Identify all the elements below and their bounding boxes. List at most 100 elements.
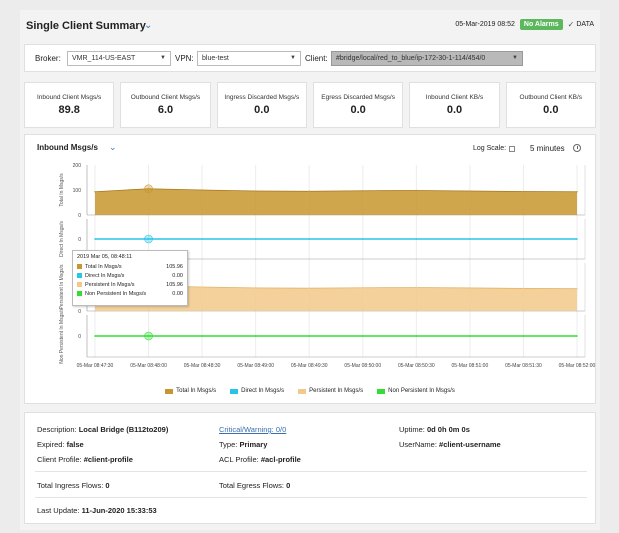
last-update-field: Last Update: 11-Jun-2020 15:33:53 xyxy=(37,506,157,515)
data-point xyxy=(201,335,203,337)
legend-item[interactable]: Non Persistent In Msgs/s xyxy=(377,388,455,394)
tooltip-row-name: Non Persistent In Msgs/s xyxy=(85,290,147,297)
kpi-value: 0.0 xyxy=(254,104,270,116)
kpi-label: Ingress Discarded Msgs/s xyxy=(224,94,300,101)
legend-swatch xyxy=(298,388,307,394)
header-status: 05-Mar-2019 08:52 No Alarms ✓ DATA xyxy=(455,19,594,30)
data-point xyxy=(415,286,418,289)
tooltip-row: Persistent In Msgs/s 105.96 xyxy=(77,280,183,289)
data-point xyxy=(254,190,257,192)
kpi-label: Inbound Client KB/s xyxy=(425,94,484,101)
kpi-label: Inbound Client Msgs/s xyxy=(37,94,102,101)
data-point xyxy=(201,286,203,288)
vpn-label: VPN: xyxy=(175,54,194,63)
kpi-inbound-client-msgs[interactable]: Inbound Client Msgs/s 89.8 xyxy=(24,82,115,128)
y-axis-label: Non Persistent In Msgs/s xyxy=(59,308,65,364)
acl-profile-field: ACL Profile: #acl-profile xyxy=(219,455,301,464)
kpi-value: 0.0 xyxy=(543,104,559,116)
data-point xyxy=(469,335,471,337)
data-point xyxy=(576,287,578,290)
egress-flows-value: 0 xyxy=(286,481,291,490)
client-profile-value: #client-profile xyxy=(83,455,133,464)
y-tick-label: 200 xyxy=(73,163,82,169)
header-timestamp: 05-Mar-2019 08:52 xyxy=(455,21,515,28)
x-tick-label: 05-Mar 08:52:00 xyxy=(559,363,596,369)
tooltip-row: Non Persistent In Msgs/s 0.00 xyxy=(77,289,183,298)
expired-value: false xyxy=(66,440,84,449)
tooltip-swatch xyxy=(77,282,82,287)
y-tick-label: 0 xyxy=(78,213,81,219)
data-point xyxy=(94,335,96,337)
kpi-inbound-client-kb[interactable]: Inbound Client KB/s 0.0 xyxy=(409,82,500,128)
data-point xyxy=(576,238,578,240)
tooltip-swatch xyxy=(77,291,82,296)
kpi-egress-discarded-msgs[interactable]: Egress Discarded Msgs/s 0.0 xyxy=(312,82,404,128)
kpi-outbound-client-kb[interactable]: Outbound Client KB/s 0.0 xyxy=(505,82,596,128)
vpn-select[interactable]: blue-test ▼ xyxy=(197,51,301,66)
data-point xyxy=(361,286,364,289)
kpi-outbound-client-msgs[interactable]: Outbound Client Msgs/s 6.0 xyxy=(120,82,211,128)
type-label: Type: xyxy=(219,440,238,449)
dropdown-arrow-icon: ▼ xyxy=(290,55,296,61)
data-point xyxy=(94,238,96,240)
type-value: Primary xyxy=(239,440,268,449)
legend-label: Direct In Msgs/s xyxy=(241,388,285,394)
kpi-label: Outbound Client Msgs/s xyxy=(130,94,201,101)
kpi-row: Inbound Client Msgs/s 89.8 Outbound Clie… xyxy=(24,82,596,128)
data-point xyxy=(469,238,471,240)
y-tick-label: 0 xyxy=(78,237,81,243)
legend-item[interactable]: Direct In Msgs/s xyxy=(230,388,284,394)
hover-marker xyxy=(144,184,153,194)
broker-select[interactable]: VMR_114-US-EAST ▼ xyxy=(67,51,171,66)
data-point xyxy=(522,238,525,240)
description-label: Description: xyxy=(37,425,77,434)
broker-label: Broker: xyxy=(35,54,61,63)
x-tick-label: 05-Mar 08:51:30 xyxy=(505,363,542,369)
kpi-value: 89.8 xyxy=(58,104,80,116)
acl-profile-value: #acl-profile xyxy=(260,455,301,464)
y-axis-label: Total In Msgs/s xyxy=(59,173,65,207)
client-select[interactable]: #bridge/local/red_to_blue/ip-172-30-1-11… xyxy=(331,51,523,66)
username-label: UserName: xyxy=(399,440,437,449)
y-axis-label: Persistent In Msgs/s xyxy=(59,264,65,310)
data-point xyxy=(576,190,578,193)
x-tick-label: 05-Mar 08:48:30 xyxy=(184,363,221,369)
type-field: Type: Primary xyxy=(219,440,267,449)
data-point xyxy=(94,190,96,193)
kpi-value: 6.0 xyxy=(157,104,174,116)
legend-swatch xyxy=(230,388,239,394)
x-tick-label: 05-Mar 08:50:00 xyxy=(344,363,381,369)
data-point xyxy=(469,287,471,289)
tooltip-row-value: 0.00 xyxy=(172,290,183,297)
legend-item[interactable]: Persistent In Msgs/s xyxy=(298,388,363,394)
data-point xyxy=(522,190,525,193)
data-point xyxy=(254,335,257,337)
header: Single Client Summary ⌄ 05-Mar-2019 08:5… xyxy=(20,10,600,44)
data-indicator: ✓ DATA xyxy=(568,20,594,29)
tooltip-row-value: 105.96 xyxy=(166,263,183,270)
egress-flows-label: Total Egress Flows: xyxy=(219,481,285,490)
chart-legend: Total In Msgs/s Direct In Msgs/s Persisten… xyxy=(20,388,600,394)
x-tick-label: 05-Mar 08:47:30 xyxy=(77,363,114,369)
kpi-label: Egress Discarded Msgs/s xyxy=(321,94,395,101)
legend-item[interactable]: Total In Msgs/s xyxy=(165,388,216,394)
data-point xyxy=(308,335,311,337)
x-tick-label: 05-Mar 08:49:00 xyxy=(237,363,274,369)
tooltip-row-name: Direct In Msgs/s xyxy=(85,272,125,279)
kpi-label: Outbound Client KB/s xyxy=(519,94,583,101)
alarm-status-badge[interactable]: No Alarms xyxy=(519,19,563,30)
vpn-select-value: blue-test xyxy=(202,55,229,62)
legend-label: Total In Msgs/s xyxy=(176,388,217,394)
dashboard-frame: Single Client Summary ⌄ 05-Mar-2019 08:5… xyxy=(20,10,600,530)
kpi-ingress-discarded-msgs[interactable]: Ingress Discarded Msgs/s 0.0 xyxy=(216,82,307,128)
client-select-value: #bridge/local/red_to_blue/ip-172-30-1-11… xyxy=(336,55,486,62)
tooltip-swatch xyxy=(77,264,82,269)
title-chevron-down-icon[interactable]: ⌄ xyxy=(144,20,152,31)
data-point xyxy=(415,189,418,192)
acl-profile-label: ACL Profile: xyxy=(219,455,259,464)
data-point xyxy=(254,238,257,240)
data-point xyxy=(522,335,525,337)
data-label: DATA xyxy=(576,21,594,28)
critical-warning-link[interactable]: Critical/Warning: 0/0 xyxy=(219,425,286,434)
y-tick-label: 0 xyxy=(78,309,81,315)
